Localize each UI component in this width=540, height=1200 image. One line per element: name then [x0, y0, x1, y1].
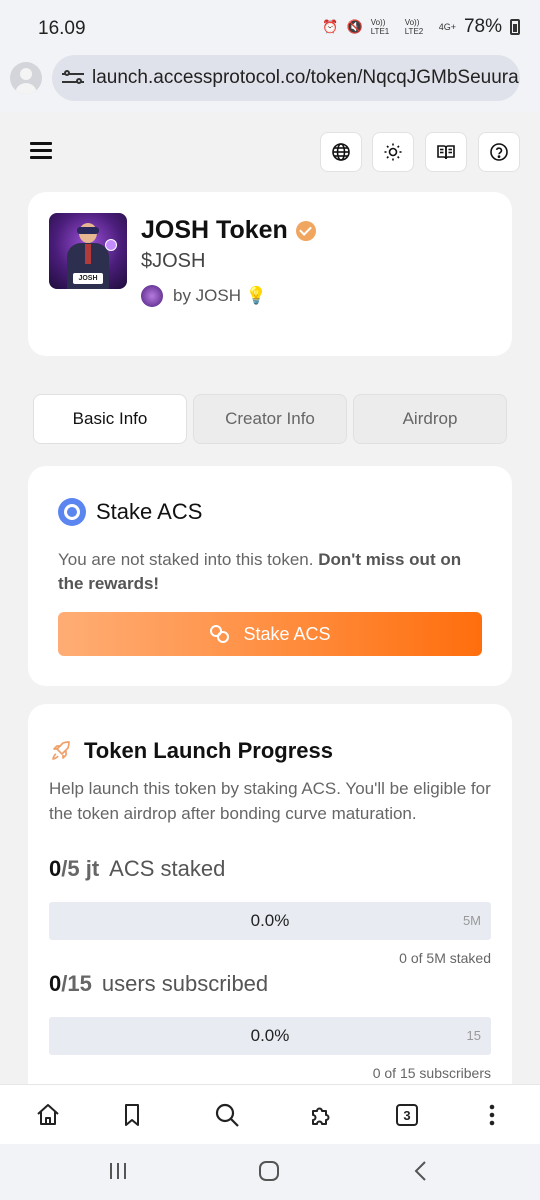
users-subscribed-max: 15 [466, 1028, 481, 1043]
progress-title: Token Launch Progress [50, 738, 333, 764]
battery-icon [510, 19, 520, 35]
users-subscribed-note: 0 of 15 subscribers [372, 1065, 491, 1081]
search-button[interactable] [213, 1101, 241, 1129]
acs-staked-progress-bar: 0.0% 5M [49, 902, 491, 940]
users-subscribed-percent: 0.0% [250, 1026, 290, 1045]
language-button[interactable] [320, 132, 362, 172]
site-header [0, 132, 540, 172]
status-bar: 16.09 ⏰ 🔇 Vo)) LTE1 Vo)) LTE2 4G+ 78% [0, 0, 540, 52]
verified-badge-icon [295, 220, 316, 241]
stake-title: Stake ACS [58, 498, 202, 526]
url-field[interactable]: launch.accessprotocol.co/token/NqcqJGMbS… [52, 55, 520, 101]
bookmark-icon [125, 1104, 139, 1126]
info-tabs: Basic Info Creator Info Airdrop [33, 394, 507, 444]
web-page: JOSH JOSH Token $JOSH by JOSH 💡 Basic In… [0, 112, 540, 1084]
help-button[interactable] [478, 132, 520, 172]
users-subscribed-target: /15 [61, 971, 92, 996]
theme-toggle-button[interactable] [372, 132, 414, 172]
progress-title-text: Token Launch Progress [84, 738, 333, 763]
home-icon [37, 1104, 59, 1125]
alarm-icon: ⏰ [322, 19, 339, 34]
status-time: 16.09 [38, 18, 86, 39]
signal-lte1-icon: Vo)) LTE1 [370, 18, 390, 36]
tab-count: 3 [396, 1104, 418, 1126]
puzzle-icon [312, 1107, 330, 1125]
stake-acs-button[interactable]: Stake ACS [58, 612, 482, 656]
url-text: launch.accessprotocol.co/token/NqcqJGMbS… [92, 67, 519, 88]
extensions-button[interactable] [308, 1101, 336, 1129]
coins-icon [209, 624, 231, 644]
globe-icon [332, 143, 350, 161]
tab-airdrop[interactable]: Airdrop [353, 394, 507, 444]
users-subscribed-progress-bar: 0.0% 15 [49, 1017, 491, 1055]
acs-staked-unit: ACS staked [109, 856, 226, 881]
acs-staked-max: 5M [462, 913, 481, 928]
browser-address-bar: launch.accessprotocol.co/token/NqcqJGMbS… [0, 52, 540, 112]
tab-basic-info[interactable]: Basic Info [33, 394, 187, 444]
more-vertical-icon [489, 1104, 495, 1126]
stake-message-text: You are not staked into this token. [58, 550, 314, 569]
mute-icon: 🔇 [346, 19, 363, 34]
progress-description: Help launch this token by staking ACS. Y… [49, 779, 491, 823]
acs-staked-metric: 0/5 jt ACS staked [49, 856, 225, 882]
creator-avatar [141, 285, 163, 307]
home-button[interactable] [34, 1101, 62, 1129]
acs-staked-target: /5 jt [61, 856, 100, 881]
help-icon [490, 143, 508, 161]
profile-avatar-icon[interactable] [10, 62, 42, 94]
acs-staked-note: 0 of 5M staked [399, 950, 491, 966]
token-ticker: $JOSH [141, 250, 206, 272]
sun-icon [384, 143, 402, 161]
token-name: JOSH Token [141, 216, 316, 245]
users-subscribed-metric: 0/15 users subscribed [49, 971, 268, 997]
docs-button[interactable] [425, 132, 467, 172]
rocket-icon [52, 741, 70, 760]
tabs-button[interactable]: 3 [393, 1101, 421, 1129]
acs-logo-icon [58, 498, 86, 526]
stake-card: Stake ACS You are not staked into this t… [28, 466, 512, 686]
book-open-icon [437, 145, 455, 160]
home-nav-icon[interactable] [258, 1160, 280, 1182]
token-logo-label: JOSH [73, 273, 103, 284]
search-icon [215, 1103, 239, 1127]
token-name-text: JOSH Token [141, 216, 288, 244]
acs-staked-current: 0 [49, 856, 62, 881]
recent-apps-icon[interactable] [108, 1160, 128, 1182]
back-icon[interactable] [412, 1160, 428, 1182]
status-icons: ⏰ 🔇 Vo)) LTE1 Vo)) LTE2 4G+ 78% [322, 16, 520, 38]
stake-title-text: Stake ACS [96, 499, 203, 524]
signal-lte2-icon: Vo)) LTE2 [404, 18, 424, 36]
token-creator[interactable]: by JOSH 💡 [141, 285, 267, 307]
menu-icon[interactable] [30, 142, 52, 160]
stake-button-label: Stake ACS [243, 623, 331, 644]
stake-message: You are not staked into this token. Don'… [58, 548, 488, 596]
bookmarks-button[interactable] [118, 1101, 146, 1129]
signal-4g-icon: 4G+ [438, 22, 456, 32]
users-subscribed-unit: users subscribed [101, 971, 269, 996]
users-subscribed-current: 0 [49, 971, 62, 996]
acs-staked-percent: 0.0% [250, 911, 290, 930]
launch-progress-card: Token Launch Progress Help launch this t… [28, 704, 512, 1084]
more-options-button[interactable] [478, 1101, 506, 1129]
system-navigation-bar [0, 1144, 540, 1200]
token-header-card: JOSH JOSH Token $JOSH by JOSH 💡 [28, 192, 512, 356]
creator-label: by JOSH 💡 [173, 286, 267, 305]
site-settings-icon[interactable] [62, 69, 84, 87]
tab-creator-info[interactable]: Creator Info [193, 394, 347, 444]
browser-toolbar: 3 [0, 1084, 540, 1144]
battery-percent: 78% [463, 16, 502, 37]
token-logo: JOSH [49, 213, 127, 289]
